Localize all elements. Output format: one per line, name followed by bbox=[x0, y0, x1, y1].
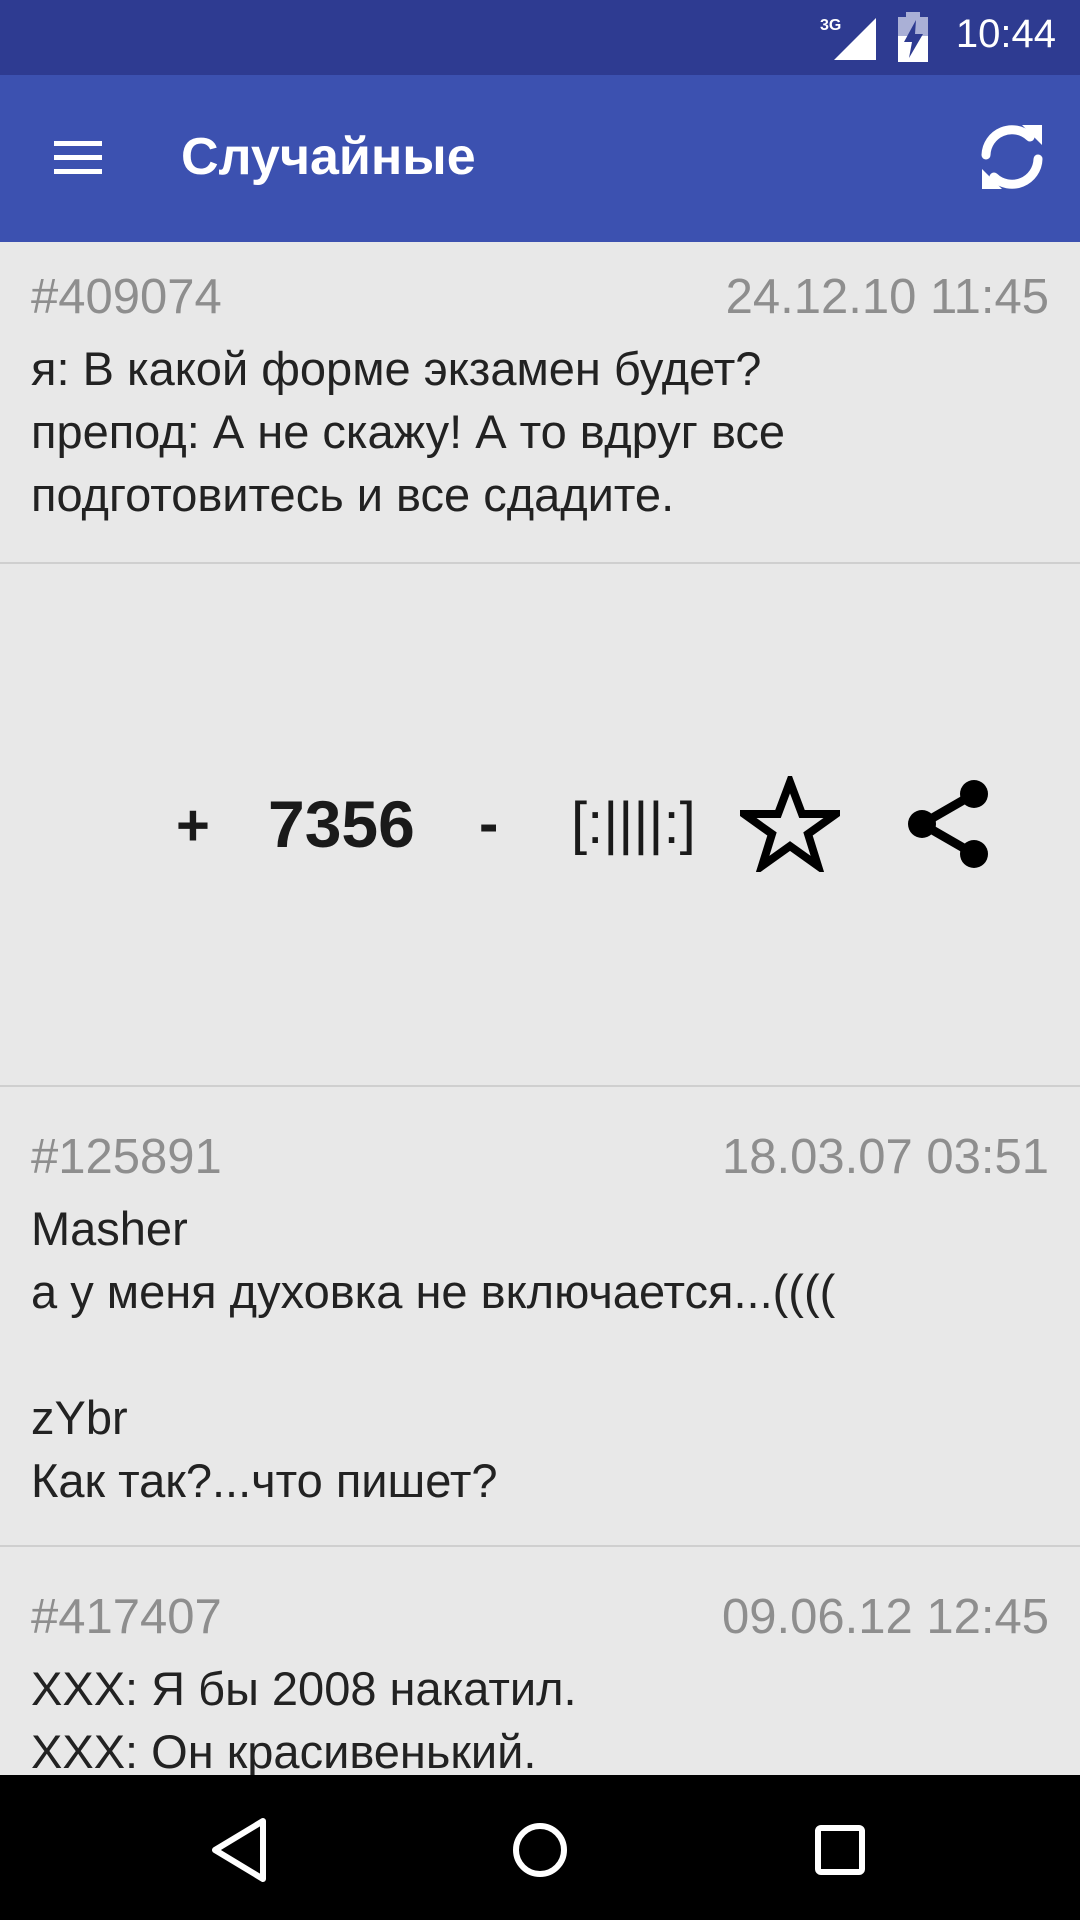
quote-actions: + 7356 - [:||||:] bbox=[0, 564, 1080, 1087]
quote-date: 24.12.10 11:45 bbox=[725, 270, 1049, 324]
battery-charging-icon bbox=[898, 12, 928, 62]
system-nav-bar bbox=[0, 1775, 1080, 1920]
star-outline-icon bbox=[731, 770, 849, 877]
menu-icon bbox=[54, 141, 102, 174]
home-button[interactable] bbox=[495, 1805, 585, 1895]
refresh-icon bbox=[981, 125, 1043, 189]
app-bar: Случайные bbox=[0, 75, 1080, 242]
quote-card[interactable]: #417407 09.06.12 12:45 XXX: Я бы 2008 на… bbox=[0, 1547, 1080, 1775]
quote-text: я: В какой форме экзамен будет? препод: … bbox=[31, 342, 786, 521]
favorite-button[interactable] bbox=[731, 770, 849, 877]
home-icon bbox=[513, 1823, 567, 1877]
network-type: 3G bbox=[820, 17, 841, 34]
quote-text: XXX: Я бы 2008 накатил. XXX: Он красивен… bbox=[31, 1662, 577, 1775]
quote-date: 09.06.12 12:45 bbox=[722, 1590, 1049, 1644]
signal-3g-icon: 3G bbox=[820, 17, 876, 60]
quote-text: Masher а у меня духовка не включается...… bbox=[31, 1202, 836, 1507]
back-icon bbox=[212, 1818, 266, 1882]
refresh-button[interactable] bbox=[972, 117, 1052, 197]
quote-card[interactable]: #409074 24.12.10 11:45 я: В какой форме … bbox=[0, 242, 1080, 564]
recents-button[interactable] bbox=[795, 1805, 885, 1895]
quote-number: #409074 bbox=[31, 270, 222, 324]
upvote-button[interactable]: + bbox=[176, 792, 210, 859]
downvote-button[interactable]: - bbox=[479, 790, 498, 857]
back-button[interactable] bbox=[195, 1805, 285, 1895]
quote-card[interactable]: #125891 18.03.07 03:51 Masher а у меня д… bbox=[0, 1087, 1080, 1547]
menu-button[interactable] bbox=[42, 125, 120, 189]
clock: 10:44 bbox=[955, 12, 1056, 56]
quote-number: #417407 bbox=[31, 1590, 222, 1644]
quote-feed[interactable]: #409074 24.12.10 11:45 я: В какой форме … bbox=[0, 242, 1080, 1775]
quote-date: 18.03.07 03:51 bbox=[722, 1130, 1049, 1184]
status-bar: 3G 10:44 bbox=[0, 0, 1080, 75]
bayan-button[interactable]: [:||||:] bbox=[571, 790, 696, 857]
recents-icon bbox=[815, 1825, 865, 1875]
rating-value: 7356 bbox=[268, 787, 415, 861]
share-icon bbox=[908, 780, 988, 868]
share-button[interactable] bbox=[900, 776, 996, 872]
quote-number: #125891 bbox=[31, 1130, 222, 1184]
page-title: Случайные bbox=[181, 128, 476, 186]
